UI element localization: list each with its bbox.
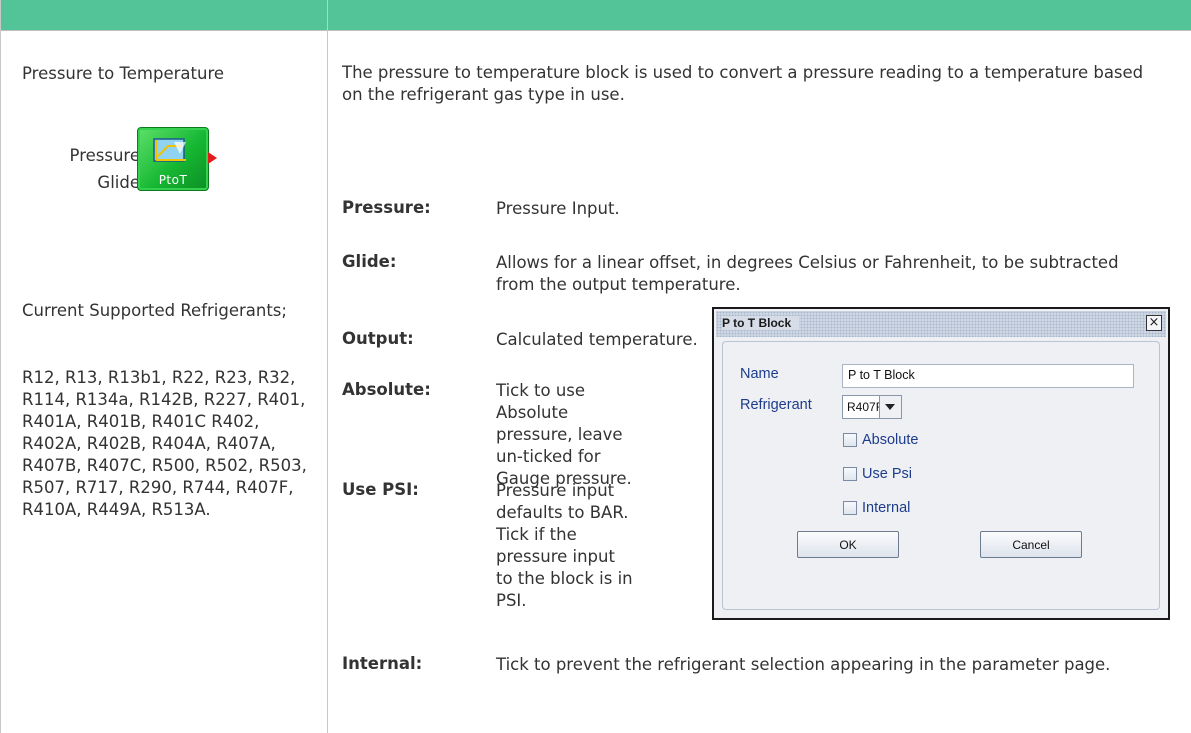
use-psi-checkbox-label[interactable]: Use Psi bbox=[862, 466, 912, 482]
glide-port-label: Glide bbox=[97, 173, 140, 192]
refrigerant-label: Refrigerant bbox=[740, 397, 812, 413]
pressure-port-label: Pressure bbox=[69, 146, 140, 165]
desc-use-psi: Pressure input defaults to BAR. Tick if … bbox=[496, 481, 633, 610]
refrigerant-value: R407F bbox=[847, 400, 884, 414]
term-absolute: Absolute: bbox=[342, 380, 431, 399]
name-field[interactable]: P to T Block bbox=[842, 364, 1134, 388]
ptot-block-icon: PtoT bbox=[137, 127, 209, 191]
term-pressure: Pressure: bbox=[342, 198, 431, 217]
block-title: Pressure to Temperature bbox=[22, 64, 225, 83]
internal-checkbox[interactable] bbox=[843, 501, 857, 515]
dialog-body: Name P to T Block Refrigerant R407F Abso… bbox=[722, 341, 1160, 610]
use-psi-checkbox[interactable] bbox=[843, 467, 857, 481]
desc-absolute: Tick to use Absolute pressure, leave un-… bbox=[496, 381, 632, 488]
header-border bbox=[0, 30, 1191, 31]
table-left-border bbox=[0, 0, 1, 733]
table-header-bar bbox=[0, 0, 1191, 30]
gauge-icon bbox=[153, 138, 186, 162]
internal-checkbox-label[interactable]: Internal bbox=[862, 500, 910, 516]
term-internal: Internal: bbox=[342, 654, 423, 673]
term-glide: Glide: bbox=[342, 252, 397, 271]
ok-button[interactable]: OK bbox=[797, 531, 899, 558]
output-port-arrow-icon bbox=[208, 152, 217, 164]
term-output: Output: bbox=[342, 329, 414, 348]
cancel-button[interactable]: Cancel bbox=[980, 531, 1082, 558]
intro-paragraph: The pressure to temperature block is use… bbox=[342, 63, 1144, 104]
absolute-checkbox-label[interactable]: Absolute bbox=[862, 432, 918, 448]
name-label: Name bbox=[740, 366, 779, 382]
refrigerant-select[interactable]: R407F bbox=[842, 395, 902, 419]
ptot-dialog: P to T Block × Name P to T Block Refrige… bbox=[712, 307, 1170, 620]
dialog-title: P to T Block bbox=[722, 316, 800, 330]
close-icon[interactable]: × bbox=[1146, 315, 1162, 331]
chevron-down-icon bbox=[885, 404, 895, 410]
refrigerants-heading: Current Supported Refrigerants; bbox=[22, 301, 287, 320]
desc-internal: Tick to prevent the refrigerant selectio… bbox=[496, 655, 1111, 674]
term-use-psi: Use PSI: bbox=[342, 480, 419, 499]
dialog-titlebar[interactable]: P to T Block × bbox=[716, 311, 1166, 337]
dropdown-button[interactable] bbox=[879, 396, 901, 418]
desc-pressure: Pressure Input. bbox=[496, 199, 620, 218]
refrigerants-list: R12, R13, R13b1, R22, R23, R32, R114, R1… bbox=[22, 368, 307, 519]
block-icon-label: PtoT bbox=[158, 173, 188, 187]
absolute-checkbox[interactable] bbox=[843, 433, 857, 447]
desc-glide: Allows for a linear offset, in degrees C… bbox=[496, 253, 1119, 294]
column-divider bbox=[327, 0, 328, 733]
